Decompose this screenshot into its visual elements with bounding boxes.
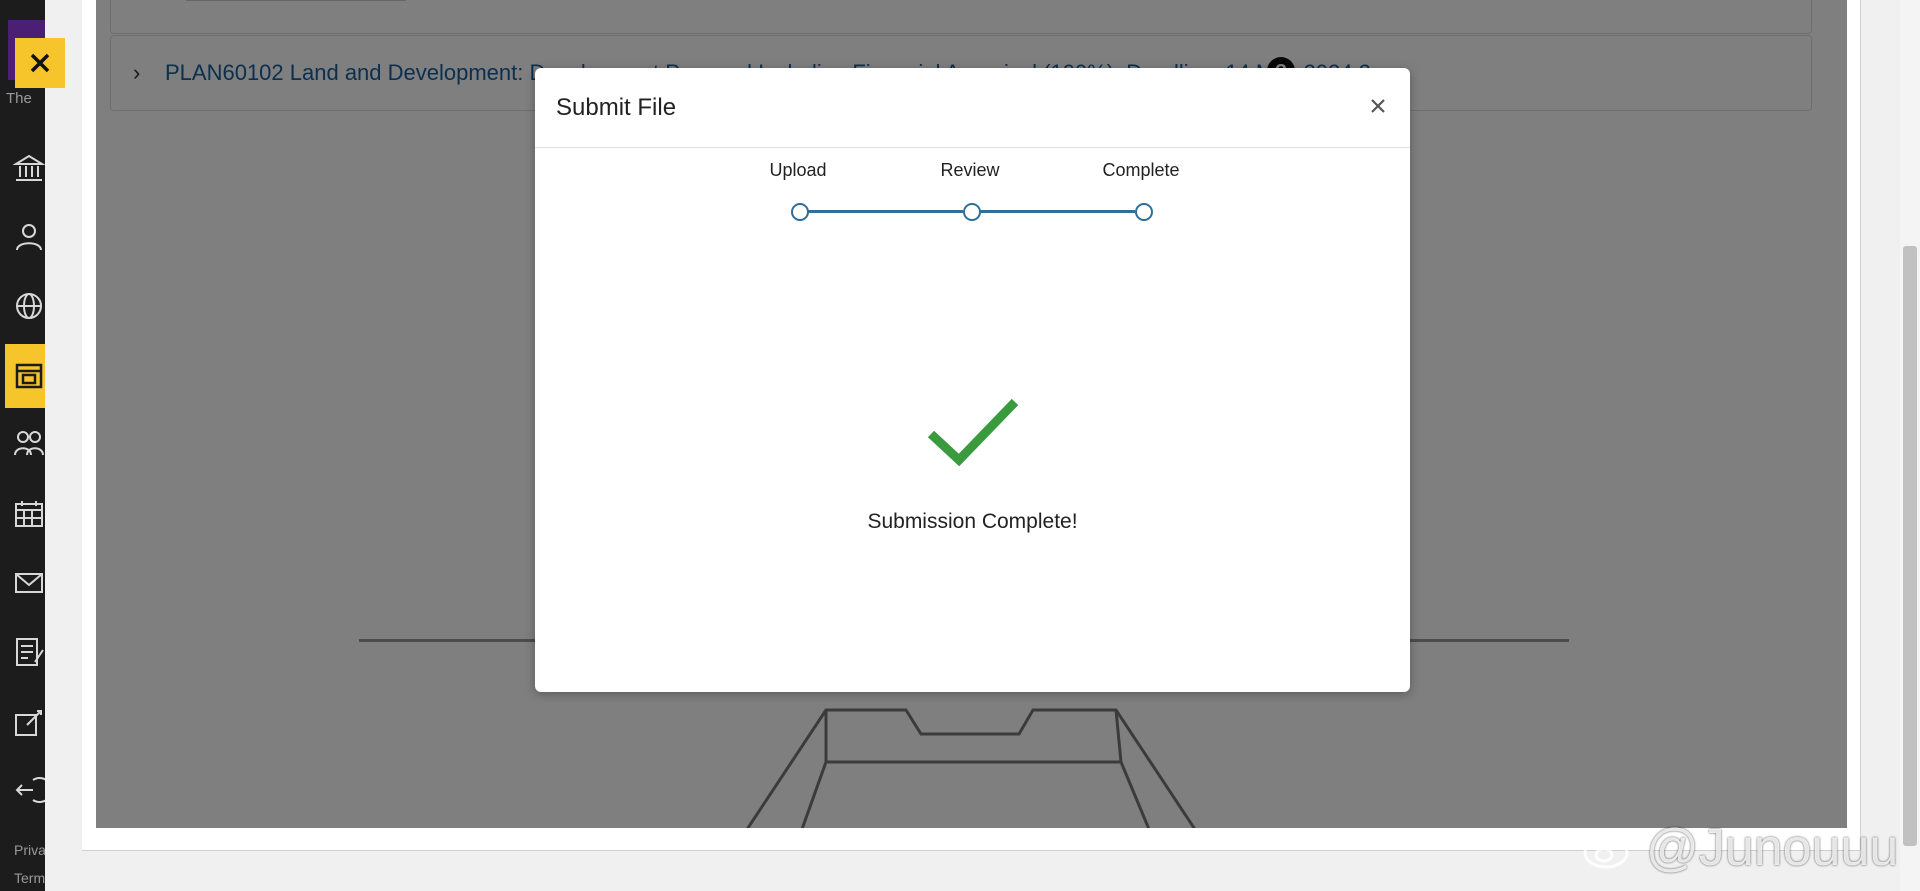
sign-out-icon[interactable]: [13, 774, 45, 806]
stepper-connector: [972, 210, 1135, 213]
groups-icon[interactable]: [13, 427, 45, 459]
tools-icon[interactable]: [13, 707, 45, 739]
profile-icon[interactable]: [13, 221, 45, 253]
watermark-text: @Junouuu: [1646, 819, 1899, 877]
brand-text: The: [6, 90, 32, 107]
close-icon: [1371, 99, 1385, 113]
modal-header-divider: [535, 147, 1410, 148]
step-dot-review: [963, 203, 981, 221]
stepper-connector: [800, 210, 963, 213]
submission-complete-message: Submission Complete!: [867, 510, 1078, 533]
step-label-review: Review: [940, 160, 1000, 180]
step-label-complete: Complete: [1102, 160, 1180, 180]
step-dot-complete: [1135, 203, 1153, 221]
submit-file-modal: Submit File Upload Review Complete Submi…: [535, 68, 1410, 692]
privacy-link[interactable]: Priva: [14, 842, 45, 858]
institution-icon[interactable]: [13, 152, 45, 184]
globe-icon[interactable]: [13, 290, 45, 322]
watermark: @Junouuu: [1582, 818, 1898, 878]
courses-icon[interactable]: [13, 360, 45, 392]
scrollbar-thumb[interactable]: [1903, 246, 1917, 846]
close-icon: [30, 53, 50, 73]
left-sidebar: The Priva Term: [0, 0, 45, 891]
grades-icon[interactable]: [13, 636, 45, 668]
weibo-logo-icon: [1583, 829, 1638, 869]
step-label-upload: Upload: [769, 160, 827, 180]
step-dot-upload: [791, 203, 809, 221]
messages-icon[interactable]: [13, 567, 45, 599]
terms-link[interactable]: Term: [14, 870, 45, 886]
close-panel-button[interactable]: [15, 38, 65, 88]
calendar-icon[interactable]: [13, 498, 45, 530]
modal-close-button[interactable]: [1364, 92, 1392, 120]
modal-title: Submit File: [556, 94, 677, 121]
checkmark-icon: [927, 398, 1019, 467]
